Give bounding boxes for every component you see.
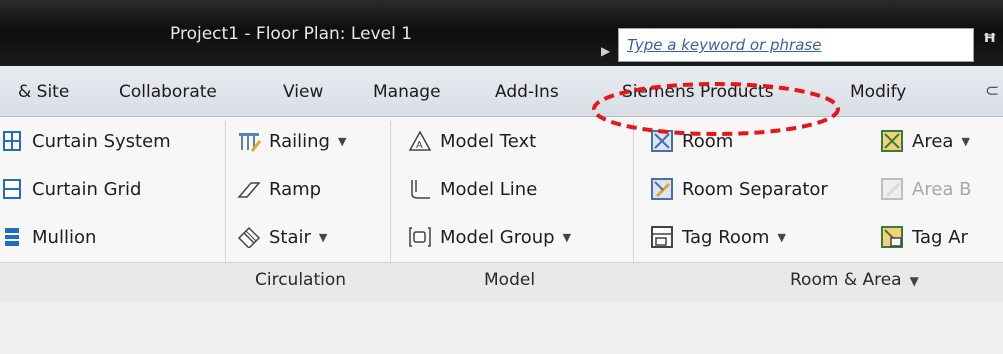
tab-massing-site[interactable]: & Site [18, 82, 69, 102]
drawing-area[interactable] [0, 301, 1003, 354]
panel-label-room-area[interactable]: Room & Area ▼ [790, 270, 919, 290]
highlight-ellipse-annotation [592, 82, 840, 136]
stair-label: Stair [269, 226, 311, 248]
tab-modify[interactable]: Modify [850, 82, 906, 102]
stair-button[interactable]: Stair ▼ [237, 225, 327, 249]
tab-collaborate[interactable]: Collaborate [119, 82, 217, 102]
curtain-system-icon [0, 129, 24, 153]
stair-dropdown-icon[interactable]: ▼ [319, 231, 327, 244]
model-group-label: Model Group [440, 226, 555, 248]
railing-icon [237, 129, 261, 153]
model-text-button[interactable]: A Model Text [408, 129, 536, 153]
panel-label-circulation: Circulation [255, 270, 347, 290]
railing-button[interactable]: Railing ▼ [237, 129, 346, 153]
window-title: Project1 - Floor Plan: Level 1 [170, 24, 413, 44]
room-area-label: Room & Area [790, 270, 902, 290]
model-line-label: Model Line [440, 178, 538, 200]
room-area-expand-icon[interactable]: ▼ [910, 274, 919, 288]
model-group-button[interactable]: Model Group ▼ [408, 225, 571, 249]
tag-area-button[interactable]: Tag Ar [880, 225, 968, 249]
title-bar: Project1 - Floor Plan: Level 1 ▶ ꟸ [0, 0, 1003, 66]
mullion-icon [0, 225, 24, 249]
binoculars-search-icon[interactable]: ꟸ [983, 30, 997, 55]
curtain-system-label: Curtain System [32, 130, 171, 152]
search-input[interactable] [619, 29, 973, 61]
curtain-grid-label: Curtain Grid [32, 178, 142, 200]
area-dropdown-icon[interactable]: ▼ [961, 135, 969, 148]
room-separator-label: Room Separator [682, 178, 828, 200]
search-field[interactable] [618, 28, 974, 62]
panel-label-model: Model [484, 270, 536, 290]
area-boundary-label: Area B [912, 178, 972, 200]
room-separator-icon [650, 177, 674, 201]
room-separator-button[interactable]: Room Separator [650, 177, 828, 201]
model-line-button[interactable]: Model Line [408, 177, 537, 201]
tag-room-button[interactable]: Tag Room ▼ [650, 225, 786, 249]
ribbon-tab-bar: & Site Collaborate View Manage Add-Ins S… [0, 66, 1003, 117]
tag-room-icon [650, 225, 674, 249]
more-tabs-icon[interactable]: ⊂ [985, 81, 999, 101]
tag-area-label: Tag Ar [912, 226, 968, 248]
model-text-label: Model Text [440, 130, 537, 152]
curtain-grid-icon [0, 177, 24, 201]
model-group-dropdown-icon[interactable]: ▼ [563, 231, 571, 244]
tag-room-dropdown-icon[interactable]: ▼ [777, 231, 785, 244]
area-button[interactable]: Area ▼ [880, 129, 970, 153]
railing-dropdown-icon[interactable]: ▼ [338, 135, 346, 148]
tab-add-ins[interactable]: Add-Ins [495, 82, 583, 102]
area-icon [880, 129, 904, 153]
model-group-icon [408, 225, 432, 249]
tab-manage[interactable]: Manage [373, 82, 441, 102]
curtain-grid-button[interactable]: Curtain Grid [0, 177, 141, 201]
tag-room-label: Tag Room [682, 226, 770, 248]
area-label: Area [912, 130, 954, 152]
model-line-icon [408, 177, 432, 201]
ramp-icon [237, 177, 261, 201]
stair-icon [237, 225, 261, 249]
ramp-label: Ramp [269, 178, 322, 200]
ramp-button[interactable]: Ramp [237, 177, 321, 201]
svg-text:A: A [416, 140, 423, 151]
mullion-button[interactable]: Mullion [0, 225, 96, 249]
tab-view[interactable]: View [283, 82, 323, 102]
railing-label: Railing [269, 130, 330, 152]
area-boundary-icon [880, 177, 904, 201]
model-text-icon: A [408, 129, 432, 153]
tag-area-icon [880, 225, 904, 249]
mullion-label: Mullion [32, 226, 97, 248]
ribbon-panel: Curtain System Curtain Grid Mullion Rail… [0, 117, 1003, 301]
area-boundary-button[interactable]: Area B [880, 177, 972, 201]
curtain-system-button[interactable]: Curtain System [0, 129, 171, 153]
search-expand-arrow-icon[interactable]: ▶ [601, 44, 610, 58]
